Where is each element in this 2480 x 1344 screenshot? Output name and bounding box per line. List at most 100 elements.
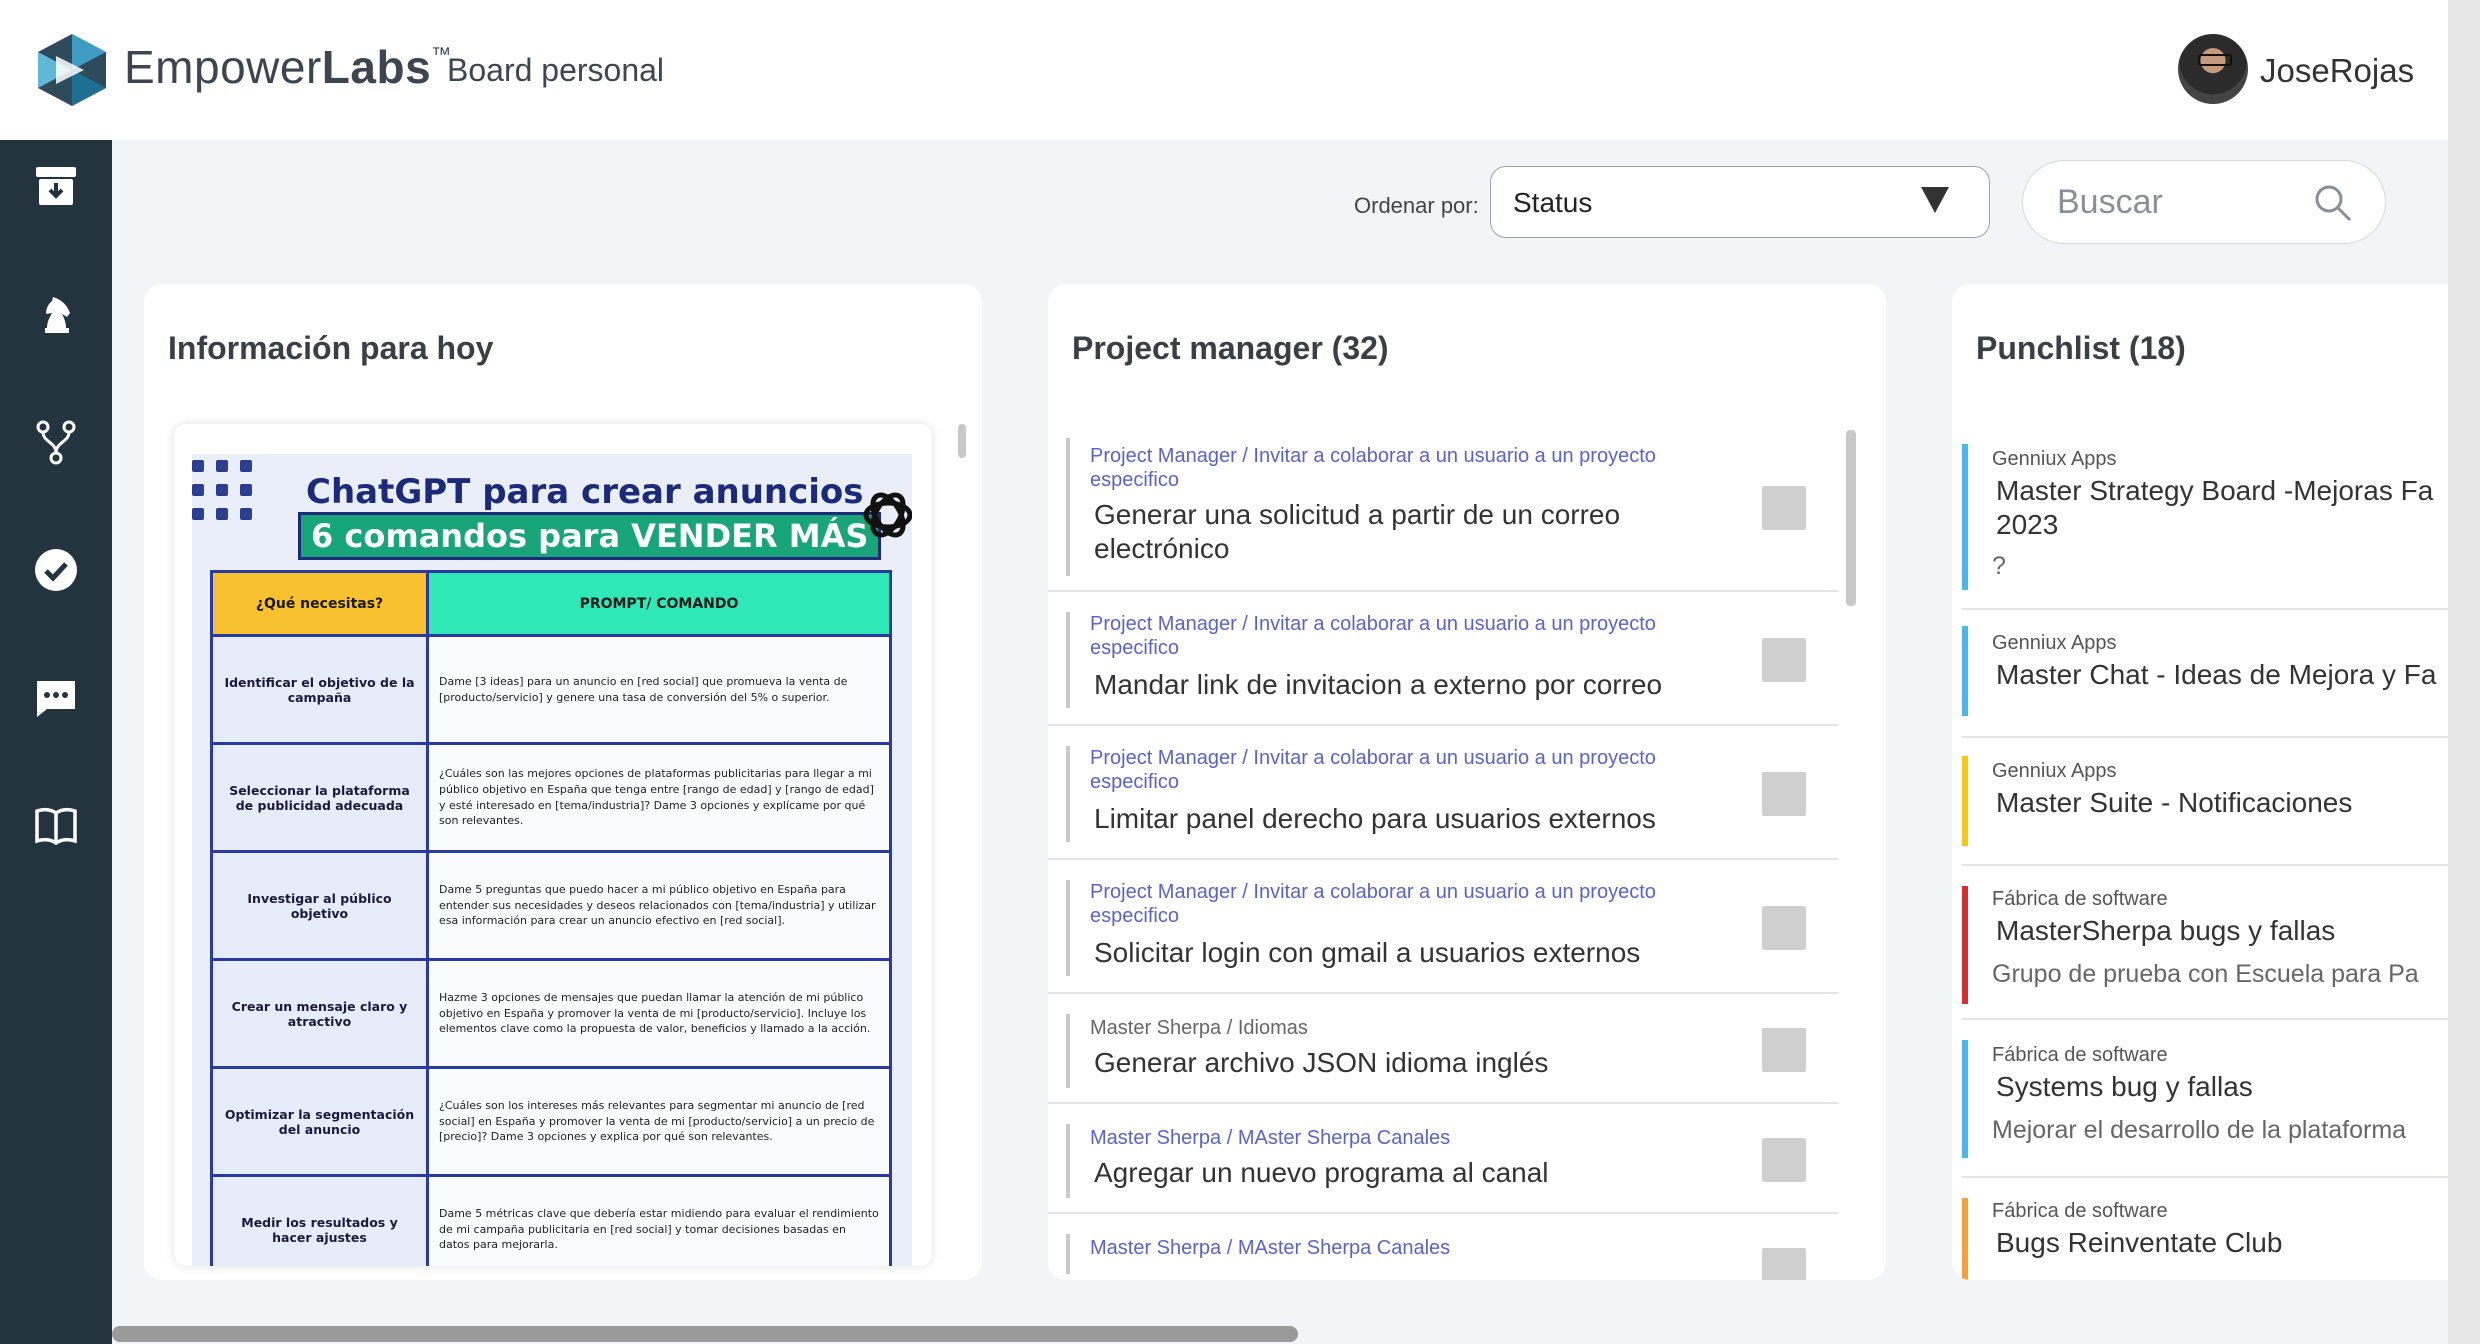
pm-task-list: Project Manager / Invitar a colaborar a …: [1048, 424, 1838, 1280]
status-color-bar: [1962, 1198, 1968, 1280]
punchlist-item[interactable]: Fábrica de software Bugs Reinventate Clu…: [1962, 1180, 2448, 1280]
punchlist-item[interactable]: Genniux Apps Master Strategy Board -Mejo…: [1962, 434, 2448, 610]
open-book-icon: [35, 807, 77, 846]
punch-company: Fábrica de software: [1992, 888, 2168, 910]
table-header-need: ¿Qué necesitas?: [210, 570, 429, 637]
punch-name[interactable]: Master Strategy Board -Mejoras Fa: [1996, 474, 2433, 508]
punch-name-line2[interactable]: 2023: [1996, 508, 2058, 542]
user-avatar[interactable]: [2178, 34, 2248, 104]
status-color-bar: [1962, 886, 1968, 1004]
board-title: Board personal: [447, 52, 665, 88]
check-circle-icon: [35, 549, 77, 591]
task-path[interactable]: Master Sherpa / MAster Sherpa Canales: [1090, 1126, 1730, 1150]
sidebar: [0, 140, 112, 1344]
task-item[interactable]: Project Manager / Invitar a colaborar a …: [1048, 726, 1838, 860]
punchlist-column: Punchlist (18) Genniux Apps Master Strat…: [1952, 284, 2448, 1280]
sidebar-item-branches[interactable]: [28, 414, 84, 470]
task-checkbox[interactable]: [1762, 1138, 1806, 1182]
punch-desc: Grupo de prueba con Escuela para Pa: [1992, 960, 2419, 988]
punch-name[interactable]: Master Suite - Notificaciones: [1996, 786, 2352, 820]
openai-logo-icon: [863, 492, 912, 538]
punchlist-column-title: Punchlist (18): [1976, 330, 2186, 366]
horizontal-scrollbar-thumb[interactable]: [112, 1326, 1298, 1342]
task-checkbox[interactable]: [1762, 906, 1806, 950]
info-column-title: Información para hoy: [168, 330, 494, 366]
status-color-bar: [1962, 756, 1968, 846]
table-row: Medir los resultados y hacer ajustes Dame…: [210, 1174, 892, 1266]
sidebar-item-tasks[interactable]: [28, 542, 84, 598]
task-path[interactable]: Project Manager / Invitar a colaborar a …: [1090, 444, 1730, 492]
search-icon[interactable]: [2313, 183, 2353, 223]
sidebar-item-library[interactable]: [28, 798, 84, 854]
task-name[interactable]: Limitar panel derecho para usuarios exte…: [1094, 802, 1754, 836]
punch-company: Genniux Apps: [1992, 760, 2117, 782]
table-row: Investigar al público objetivo Dame 5 pre…: [210, 850, 892, 961]
project-manager-column: Project manager (32) Project Manager / I…: [1048, 284, 1886, 1280]
punch-desc: Mejorar el desarrollo de la plataforma: [1992, 1116, 2407, 1144]
task-name[interactable]: Agregar un nuevo programa al canal: [1094, 1156, 1754, 1190]
vertical-scrollbar[interactable]: [2448, 0, 2480, 1344]
search-box[interactable]: [2022, 160, 2386, 244]
task-checkbox[interactable]: [1762, 772, 1806, 816]
chess-knight-icon: [45, 297, 70, 333]
sort-select[interactable]: Status: [1490, 166, 1990, 238]
info-image-card[interactable]: ChatGPT para crear anuncios 6 comandos p…: [174, 424, 932, 1266]
task-path[interactable]: Project Manager / Invitar a colaborar a …: [1090, 612, 1730, 660]
task-path[interactable]: Project Manager / Invitar a colaborar a …: [1090, 880, 1730, 928]
punchlist-item[interactable]: Fábrica de software Systems bug y fallas…: [1962, 1022, 2448, 1178]
punch-company: Fábrica de software: [1992, 1200, 2168, 1222]
task-item[interactable]: Master Sherpa / MAster Sherpa Canales Ag…: [1048, 1104, 1838, 1214]
table-row: Identificar el objetivo de la campaña Dam…: [210, 634, 892, 745]
status-color-bar: [1962, 444, 1968, 590]
sidebar-item-chat[interactable]: [28, 670, 84, 726]
poster-subtitle: 6 comandos para VENDER MÁS: [298, 512, 882, 560]
prompt-table: ¿Qué necesitas? PROMPT/ COMANDO Identifi…: [210, 570, 892, 1266]
task-item[interactable]: Master Sherpa / Idiomas Generar archivo …: [1048, 994, 1838, 1104]
task-name[interactable]: Generar archivo JSON idioma inglés: [1094, 1046, 1754, 1080]
task-item[interactable]: Project Manager / Invitar a colaborar a …: [1048, 592, 1838, 726]
punch-company: Genniux Apps: [1992, 448, 2117, 470]
empowerlabs-logo-icon[interactable]: [34, 32, 110, 108]
punchlist-item[interactable]: Genniux Apps Master Suite - Notificacion…: [1962, 740, 2448, 866]
punchlist-item[interactable]: Fábrica de software MasterSherpa bugs y …: [1962, 868, 2448, 1020]
info-column-scrollbar[interactable]: [958, 424, 966, 458]
dots-decoration: [192, 460, 262, 530]
top-header: EmpowerLabs™ Board personal JoseRojas: [0, 0, 2448, 140]
task-item[interactable]: Project Manager / Invitar a colaborar a …: [1048, 860, 1838, 994]
sidebar-item-archive[interactable]: [28, 158, 84, 214]
task-checkbox[interactable]: [1762, 1248, 1806, 1280]
punch-name[interactable]: Master Chat - Ideas de Mejora y Fa: [1996, 658, 2436, 692]
task-item[interactable]: Project Manager / Invitar a colaborar a …: [1048, 424, 1838, 592]
pm-column-scrollbar[interactable]: [1846, 430, 1856, 606]
search-input[interactable]: [2057, 177, 2317, 227]
table-row: Crear un mensaje claro y atractivo Hazme …: [210, 958, 892, 1069]
sidebar-item-strategy[interactable]: [28, 286, 84, 342]
punch-company: Fábrica de software: [1992, 1044, 2168, 1066]
info-column: Información para hoy ChatGPT para crear …: [144, 284, 982, 1280]
chat-bubble-icon: [37, 681, 75, 717]
task-name[interactable]: Solicitar login con gmail a usuarios ext…: [1094, 936, 1754, 970]
pm-column-title: Project manager (32): [1072, 330, 1389, 366]
sort-selected-value: Status: [1513, 187, 1593, 218]
task-path[interactable]: Master Sherpa / Idiomas: [1090, 1016, 1730, 1040]
task-name[interactable]: Mandar link de invitacion a externo por …: [1094, 668, 1754, 702]
archive-down-icon: [36, 167, 76, 205]
chatgpt-poster: ChatGPT para crear anuncios 6 comandos p…: [192, 454, 912, 1266]
punch-name[interactable]: Bugs Reinventate Club: [1996, 1226, 2282, 1260]
punch-name[interactable]: MasterSherpa bugs y fallas: [1996, 914, 2335, 948]
status-color-bar: [1962, 626, 1968, 716]
task-path[interactable]: Project Manager / Invitar a colaborar a …: [1090, 746, 1730, 794]
task-checkbox[interactable]: [1762, 638, 1806, 682]
task-name[interactable]: Generar una solicitud a partir de un cor…: [1094, 498, 1754, 566]
task-path[interactable]: Master Sherpa / MAster Sherpa Canales: [1090, 1236, 1730, 1260]
task-checkbox[interactable]: [1762, 1028, 1806, 1072]
task-item[interactable]: Master Sherpa / MAster Sherpa Canales: [1048, 1214, 1838, 1280]
punch-desc: ?: [1992, 552, 2006, 580]
sort-label: Ordenar por:: [1354, 193, 1479, 218]
table-header-prompt: PROMPT/ COMANDO: [426, 570, 892, 637]
punchlist-item[interactable]: Genniux Apps Master Chat - Ideas de Mejo…: [1962, 612, 2448, 738]
username-label[interactable]: JoseRojas: [2260, 52, 2414, 90]
punch-name[interactable]: Systems bug y fallas: [1996, 1070, 2253, 1104]
punch-company: Genniux Apps: [1992, 632, 2117, 654]
task-checkbox[interactable]: [1762, 486, 1806, 530]
